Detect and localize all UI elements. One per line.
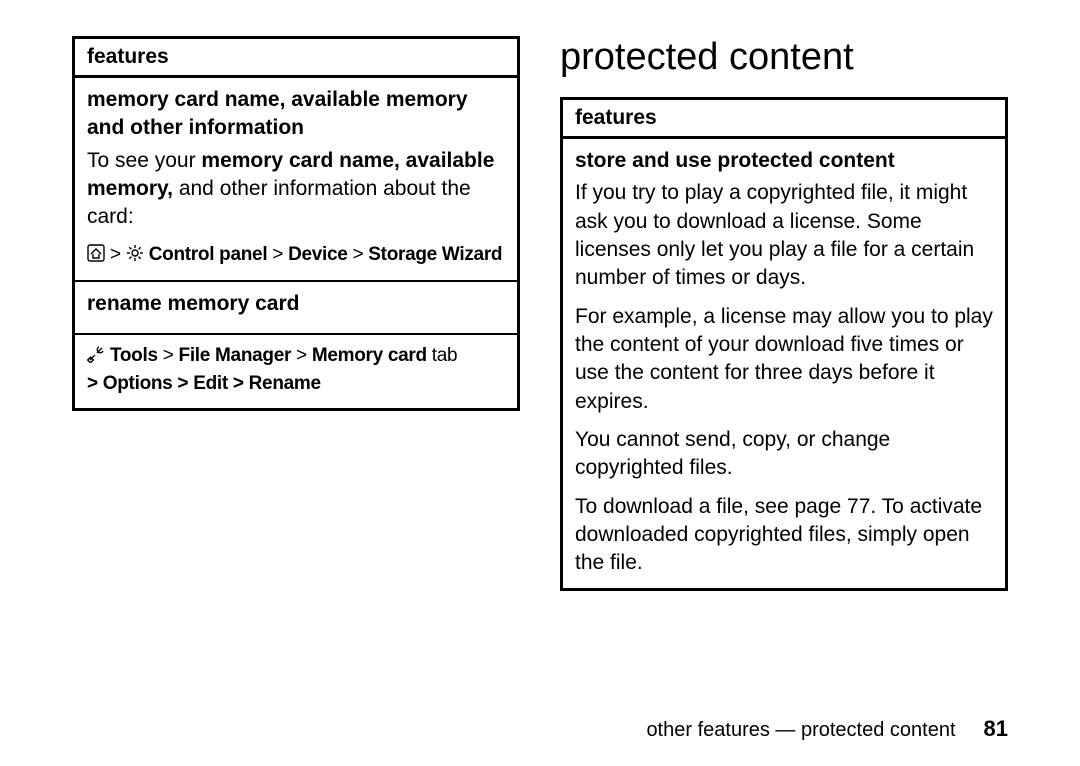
gear-icon: [126, 244, 144, 271]
row-rename-path: Tools > File Manager > Memory card tab >…: [75, 335, 517, 408]
row-rename-memory-card: rename memory card: [75, 282, 517, 334]
paragraph: If you try to play a copyrighted file, i…: [575, 179, 993, 292]
page-footer: other features — protected content 81: [646, 716, 1008, 742]
row-protected-content: store and use protected content If you t…: [563, 139, 1005, 588]
paragraph: For example, a license may allow you to …: [575, 303, 993, 416]
text: To see your: [87, 149, 201, 172]
home-icon: [87, 244, 105, 271]
path-segment: Tools: [110, 345, 158, 366]
nav-path: > Control panel > Device > Storage Wizar…: [87, 242, 505, 271]
features-table-right: features store and use protected content…: [560, 97, 1008, 591]
footer-text: other features — protected content: [646, 719, 955, 742]
separator: >: [110, 244, 126, 265]
row-title: store and use protected content: [575, 147, 993, 175]
path-segment: File Manager: [179, 345, 292, 366]
paragraph: To download a file, see page 77. To acti…: [575, 493, 993, 578]
paragraph: You cannot send, copy, or change copyrig…: [575, 426, 993, 483]
path-segment: Storage Wizard: [368, 244, 502, 265]
row-memory-card-info: memory card name, available memory and o…: [75, 78, 517, 282]
tools-icon: [87, 345, 105, 372]
separator: >: [296, 345, 312, 366]
path-segment: Control panel: [149, 244, 268, 265]
separator: >: [353, 244, 369, 265]
path-segment: Device: [288, 244, 347, 265]
manual-page: features memory card name, available mem…: [0, 0, 1080, 766]
separator: >: [272, 244, 288, 265]
nav-path: Tools > File Manager > Memory card tab >…: [87, 343, 505, 398]
right-column: protected content features store and use…: [560, 36, 1008, 766]
page-number: 81: [984, 716, 1008, 742]
path-segment: Memory card: [312, 345, 427, 366]
left-column: features memory card name, available mem…: [72, 36, 520, 766]
text: tab: [432, 345, 458, 366]
row-title: rename memory card: [87, 290, 505, 318]
features-table-left: features memory card name, available mem…: [72, 36, 520, 411]
features-header: features: [563, 100, 1005, 139]
path-segment: > Options > Edit > Rename: [87, 373, 321, 394]
section-heading: protected content: [560, 36, 1008, 79]
separator: >: [163, 345, 179, 366]
row-title: memory card name, available memory and o…: [87, 86, 505, 143]
features-header: features: [75, 39, 517, 78]
row-body: To see your memory card name, available …: [87, 147, 505, 232]
